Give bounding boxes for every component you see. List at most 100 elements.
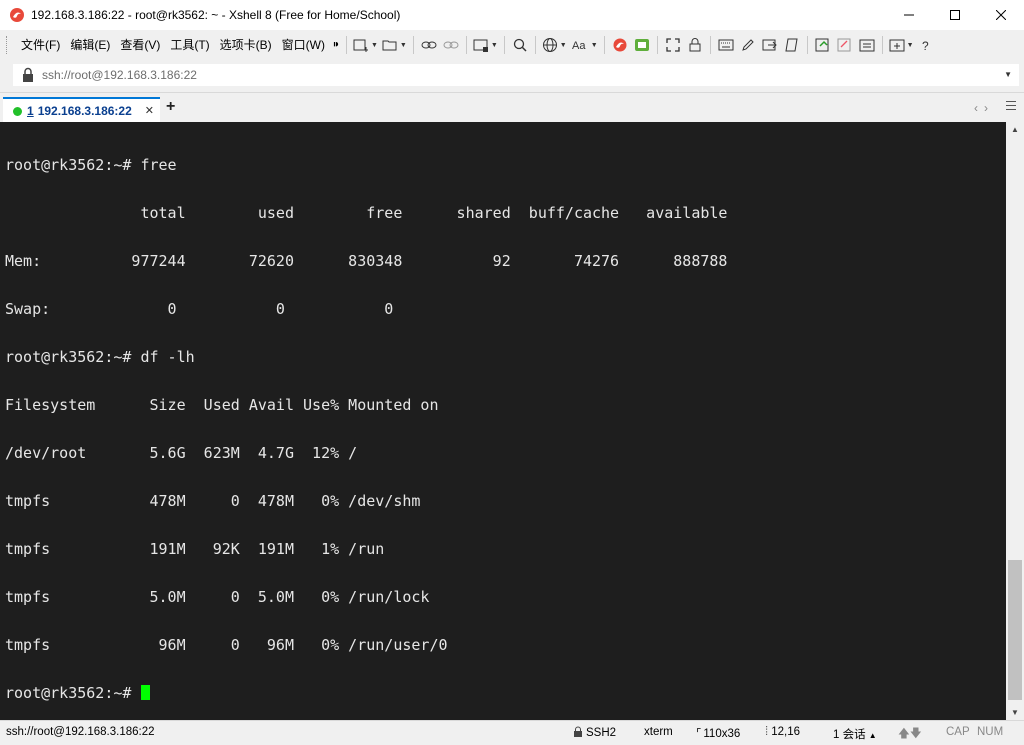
compose-icon — [815, 38, 829, 52]
open-folder-button[interactable]: ▼ — [380, 33, 409, 57]
new-session-button[interactable]: ▼ — [351, 33, 380, 57]
terminal-line: tmpfs 478M 0 478M 0% /dev/shm — [5, 492, 421, 510]
menu-tools[interactable]: 工具(T) — [165, 30, 214, 60]
notes-button[interactable] — [856, 33, 878, 57]
terminal-line: /dev/root 5.6G 623M 4.7G 12% / — [5, 444, 358, 462]
address-text: ssh://root@192.168.3.186:22 — [42, 68, 197, 82]
window-title: 192.168.3.186:22 - root@rk3562: ~ - Xshe… — [31, 8, 401, 22]
unlink-icon — [443, 41, 459, 49]
compose-button[interactable] — [812, 33, 834, 57]
chevron-down-icon: ▼ — [590, 41, 598, 49]
close-tab-icon[interactable]: ✕ — [145, 104, 154, 117]
status-cursor-pos: ⁞ 12,16 — [765, 726, 800, 738]
tab-scroll-arrows[interactable]: ‹› — [974, 101, 994, 115]
maximize-button[interactable] — [932, 0, 978, 30]
status-protocol: SSH2 — [573, 726, 616, 739]
help-icon: ? — [922, 39, 929, 53]
transfer-button[interactable] — [759, 33, 781, 57]
keyboard-button[interactable] — [715, 33, 737, 57]
font-icon: Aa — [572, 40, 586, 52]
tab-bar: 1 192.168.3.186:22 ✕ + ‹› — [0, 92, 1024, 123]
scrollbar-thumb[interactable] — [1008, 560, 1022, 700]
scroll-down-icon[interactable]: ▼ — [1011, 708, 1019, 717]
transfer-icon — [762, 39, 777, 51]
chevron-down-icon[interactable]: ▼ — [1004, 70, 1012, 79]
size-icon: ⌜ — [696, 728, 702, 740]
compose-pane-icon — [837, 38, 851, 52]
font-button[interactable]: Aa ▼ — [569, 33, 600, 57]
menu-grip[interactable] — [6, 36, 10, 54]
address-field[interactable]: ssh://root@192.168.3.186:22 ▼ — [13, 64, 1019, 86]
terminal-line: root@rk3562:~# free — [5, 156, 177, 174]
menu-window[interactable]: 窗口(W) — [277, 30, 330, 60]
toolbar-separator — [534, 36, 536, 54]
chevron-down-icon: ▼ — [559, 41, 567, 49]
terminal-line: total used free shared buff/cache availa… — [5, 204, 728, 222]
fullscreen-button[interactable] — [662, 33, 684, 57]
menu-edit[interactable]: 编辑(E) — [65, 30, 115, 60]
chevron-down-icon: ▼ — [490, 41, 498, 49]
scroll-up-icon[interactable]: ▲ — [1011, 125, 1019, 134]
fullscreen-icon — [666, 38, 680, 52]
toolbar-separator — [806, 36, 808, 54]
find-button[interactable] — [509, 33, 531, 57]
session-tab-label: 1 192.168.3.186:22 — [27, 104, 132, 118]
script-icon — [785, 38, 798, 52]
globe-icon — [542, 38, 557, 52]
xshell-logo-icon — [10, 8, 24, 22]
minimize-button[interactable] — [886, 0, 932, 30]
title-bar: 192.168.3.186:22 - root@rk3562: ~ - Xshe… — [0, 0, 1024, 30]
terminal-line: Filesystem Size Used Avail Use% Mounted … — [5, 396, 439, 414]
close-icon — [996, 10, 1006, 20]
lock-button[interactable] — [684, 33, 706, 57]
terminal-line: tmpfs 191M 92K 191M 1% /run — [5, 540, 385, 558]
maximize-icon — [950, 10, 960, 20]
session-tab-title: 192.168.3.186:22 — [37, 104, 132, 118]
status-connection: ssh://root@192.168.3.186:22 — [6, 726, 155, 738]
pen-icon — [741, 39, 754, 51]
status-size-text: 110x36 — [703, 728, 741, 740]
minimize-icon — [904, 14, 914, 16]
encoding-button[interactable]: ▼ — [540, 33, 569, 57]
menu-view[interactable]: 查看(V) — [115, 30, 165, 60]
script-button[interactable] — [781, 33, 803, 57]
xftp-button[interactable] — [631, 33, 653, 57]
keyboard-icon — [718, 39, 734, 51]
chevron-down-icon: ▼ — [906, 41, 914, 49]
lock-icon — [23, 67, 33, 82]
tab-menu-icon[interactable] — [1006, 101, 1016, 113]
window-controls — [886, 0, 1024, 30]
terminal-pane[interactable]: root@rk3562:~# free total used free shar… — [0, 122, 1006, 720]
lock-icon — [689, 38, 701, 52]
link-icon — [421, 41, 437, 49]
folder-icon — [382, 40, 397, 51]
status-terminal-type: xterm — [644, 726, 673, 738]
close-button[interactable] — [978, 0, 1024, 30]
status-num: NUM — [977, 726, 1004, 738]
terminal-prompt: root@rk3562:~# — [5, 684, 141, 702]
terminal-prompt-line: root@rk3562:~# — [5, 685, 727, 701]
highlight-button[interactable] — [737, 33, 759, 57]
toolbar-separator — [412, 36, 414, 54]
xshell-button[interactable] — [609, 33, 631, 57]
status-caps: CAP — [946, 726, 970, 738]
arrow-down-icon: 🡇 — [909, 728, 922, 740]
reconnect-button[interactable] — [418, 33, 440, 57]
menu-file[interactable]: 文件(F) — [16, 30, 65, 60]
help-button[interactable]: ? — [916, 33, 938, 57]
compose-pane-button[interactable] — [834, 33, 856, 57]
session-tab[interactable]: 1 192.168.3.186:22 ✕ — [3, 97, 160, 123]
menu-toolbar-bar: 文件(F) 编辑(E) 查看(V) 工具(T) 选项卡(B) 窗口(W) ⁍ ▼… — [0, 30, 1024, 60]
status-sessions[interactable]: 1 会话 ▲ — [833, 726, 877, 742]
properties-button[interactable]: ▼ — [471, 33, 500, 57]
properties-icon — [473, 39, 488, 52]
new-tab-group-button[interactable]: ▼ — [887, 33, 916, 57]
menu-tab[interactable]: 选项卡(B) — [215, 30, 277, 60]
menu-overflow-button[interactable]: ⁍ — [330, 38, 342, 52]
add-tab-button[interactable]: + — [166, 98, 175, 116]
toolbar-separator — [656, 36, 658, 54]
disconnect-button[interactable] — [440, 33, 462, 57]
lock-icon — [574, 726, 582, 737]
svg-text:?: ? — [922, 39, 929, 53]
terminal-scrollbar[interactable]: ▲ ▼ — [1006, 122, 1024, 720]
